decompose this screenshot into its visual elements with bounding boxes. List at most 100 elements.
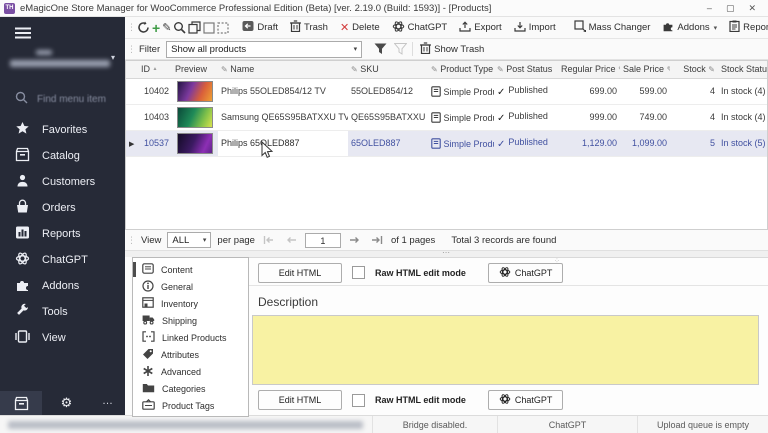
status-connection-redacted <box>0 416 372 433</box>
next-page-icon[interactable] <box>347 235 363 245</box>
sidebar-item-tools[interactable]: Tools <box>0 299 125 325</box>
delete-button[interactable]: ✕ Delete <box>335 19 385 37</box>
draft-button[interactable]: Draft <box>237 19 283 37</box>
account-name-redacted <box>36 50 52 55</box>
col-stock[interactable]: Stock ✎ <box>670 61 718 78</box>
filter-combobox[interactable]: Show all products ▾ <box>166 41 362 58</box>
cell-name[interactable]: Philips 65OLED887 <box>218 130 348 156</box>
sidebar-item-orders[interactable]: Orders <box>0 195 125 221</box>
product-row-10403[interactable]: 10403 Samsung QE65S95BATXXU TV QE65S95BA… <box>126 104 767 130</box>
refresh-icon[interactable] <box>137 19 150 37</box>
tab-general[interactable]: General <box>133 278 248 295</box>
save-connection-icon[interactable] <box>0 391 42 415</box>
addons-dropdown-button[interactable]: Addons▾ <box>657 19 722 37</box>
cell-stock: 5 <box>670 130 718 156</box>
sidebar-item-customers[interactable]: Customers <box>0 169 125 195</box>
import-button[interactable]: Import <box>509 19 561 37</box>
monitor-icon <box>15 329 30 347</box>
pager-grip[interactable]: ⋮ <box>127 235 135 246</box>
col-post-status[interactable]: ✎ Post Status <box>494 61 558 78</box>
combo-caret-icon: ▾ <box>203 236 207 244</box>
hamburger-menu-icon[interactable] <box>0 17 125 45</box>
close-button[interactable]: ✕ <box>748 3 756 14</box>
minimize-button[interactable]: – <box>707 3 712 14</box>
settings-gear-icon[interactable]: ⚙ <box>42 396 91 411</box>
col-sale-price[interactable]: Sale Price ✎ <box>620 61 670 78</box>
tab-attributes[interactable]: Attributes <box>133 346 248 363</box>
show-trash-button[interactable]: Show Trash <box>415 40 489 58</box>
selected-row-marker-icon: ▶ <box>129 141 134 148</box>
content-editor-area: ⁘ Edit HTML Raw HTML edit mode ChatGPT D… <box>249 257 768 415</box>
menu-search[interactable]: Find menu item <box>0 85 125 117</box>
wrench-icon <box>15 303 30 321</box>
tab-shipping[interactable]: Shipping <box>133 312 248 329</box>
col-regular-price[interactable]: Regular Price ✎ <box>558 61 620 78</box>
cell-name[interactable]: Philips 55OLED854/12 TV <box>218 78 348 104</box>
reports-dropdown-button[interactable]: Reports▾ <box>724 19 768 37</box>
page-number-input[interactable]: 1 <box>305 233 341 248</box>
export-button[interactable]: Export <box>454 19 506 37</box>
first-page-icon[interactable] <box>261 235 277 245</box>
puzzle-icon <box>15 277 30 295</box>
search-products-icon[interactable] <box>173 19 186 37</box>
sidebar-item-addons[interactable]: Addons <box>0 273 125 299</box>
sidebar: ▾ Find menu item Favorites Catalog Custo… <box>0 17 125 415</box>
sidebar-item-catalog[interactable]: Catalog <box>0 143 125 169</box>
sidebar-item-reports[interactable]: Reports <box>0 221 125 247</box>
tab-product-tags[interactable]: Product Tags <box>133 397 248 414</box>
product-detail-panel: Content General Inventory Shipping Linke… <box>125 257 768 415</box>
cell-regular-price: 1,129.00 <box>558 130 620 156</box>
price-tag-icon <box>142 348 154 362</box>
col-name[interactable]: ✎ Name <box>218 61 348 78</box>
cell-preview[interactable] <box>172 130 218 156</box>
col-preview[interactable]: Preview <box>172 61 218 78</box>
tab-linked-products[interactable]: Linked Products <box>133 329 248 346</box>
sidebar-item-view[interactable]: View <box>0 325 125 351</box>
tab-categories[interactable]: Categories <box>133 380 248 397</box>
page-size-combobox[interactable]: ALL ▾ <box>167 232 211 248</box>
chatgpt-button-top[interactable]: ChatGPT <box>488 263 564 283</box>
product-row-10402[interactable]: 10402 Philips 55OLED854/12 TV 55OLED854/… <box>126 78 767 104</box>
maximize-button[interactable]: ▢ <box>726 3 735 14</box>
col-sku[interactable]: ✎ SKU <box>348 61 428 78</box>
sidebar-item-chatgpt[interactable]: ChatGPT <box>0 247 125 273</box>
col-stock-status[interactable]: Stock Status <box>718 61 767 78</box>
apply-filter-icon[interactable] <box>370 40 390 58</box>
last-page-icon[interactable] <box>369 235 385 245</box>
tab-content[interactable]: Content <box>133 261 248 278</box>
cell-name[interactable]: Samsung QE65S95BATXXU TV <box>218 104 348 130</box>
edit-product-icon[interactable]: ✎ <box>162 19 171 37</box>
trash-button[interactable]: Trash <box>285 19 333 37</box>
raw-html-checkbox-top[interactable] <box>352 266 365 279</box>
duplicate-icon[interactable] <box>188 19 201 37</box>
clear-filter-icon[interactable] <box>390 40 410 58</box>
col-product-type[interactable]: ✎ Product Type <box>428 61 494 78</box>
check-icon: ✓ <box>497 87 505 98</box>
col-id[interactable]: ID ▲ <box>138 61 172 78</box>
sidebar-item-favorites[interactable]: Favorites <box>0 117 125 143</box>
chatgpt-toolbar-button[interactable]: ChatGPT <box>387 19 453 37</box>
chatgpt-button-bottom[interactable]: ChatGPT <box>488 390 564 410</box>
description-editor-textarea[interactable] <box>252 315 759 385</box>
pencil-icon: ✎ <box>351 65 360 74</box>
raw-html-checkbox-bottom[interactable] <box>352 394 365 407</box>
store-account[interactable]: ▾ <box>10 47 115 81</box>
edit-html-button-bottom[interactable]: Edit HTML <box>258 390 342 410</box>
title-bar: TH eMagicOne Store Manager for WooCommer… <box>0 0 768 17</box>
prev-page-icon[interactable] <box>283 235 299 245</box>
mass-changer-button[interactable]: Mass Changer <box>569 19 656 37</box>
cell-preview[interactable] <box>172 78 218 104</box>
raw-html-label-top: Raw HTML edit mode <box>375 268 466 278</box>
select-region-icon[interactable] <box>217 19 229 37</box>
product-row-10537-selected[interactable]: ▶ 10537 Philips 65OLED887 65OLED887 Simp… <box>126 130 767 156</box>
toolbar-grip[interactable]: ⋮ <box>127 22 135 33</box>
tab-inventory[interactable]: Inventory <box>133 295 248 312</box>
more-ellipsis-icon[interactable]: … <box>91 395 125 411</box>
cell-preview[interactable] <box>172 104 218 130</box>
edit-html-button-top[interactable]: Edit HTML <box>258 263 342 283</box>
add-product-icon[interactable]: + <box>152 19 160 37</box>
editor-splitter-dots[interactable]: ⁘ <box>554 257 561 265</box>
select-checkbox-icon[interactable] <box>203 19 215 37</box>
tab-advanced[interactable]: Advanced <box>133 363 248 380</box>
filterbar-grip[interactable]: ⋮ <box>127 44 135 55</box>
